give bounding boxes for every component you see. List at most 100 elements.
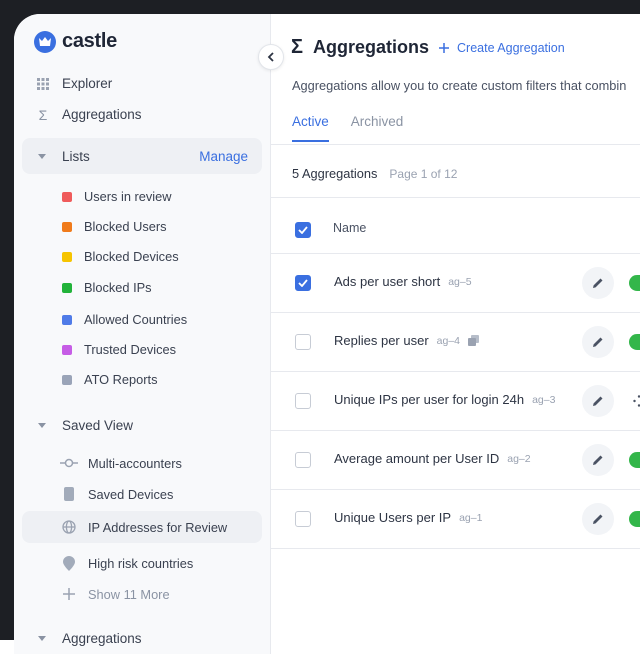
table-row[interactable]: Average amount per User ID ag–2 — [271, 430, 640, 489]
status-toggle[interactable] — [629, 275, 640, 291]
section-label: Lists — [62, 148, 90, 164]
section-label: Saved View — [62, 417, 134, 433]
device-frame: castle Explorer Σ Aggregations Lists Man… — [0, 0, 640, 654]
table-row[interactable]: Unique IPs per user for login 24h ag–3 — [271, 371, 640, 430]
aggregation-id: ag–4 — [436, 334, 461, 347]
saved-view-high-risk-countries[interactable]: High risk countries — [60, 554, 193, 572]
tabs: Active Archived — [292, 114, 403, 142]
aggregation-name[interactable]: Ads per user short ag–5 — [334, 274, 472, 289]
results-summary: 5 Aggregations Page 1 of 12 — [292, 166, 457, 181]
edit-button[interactable] — [582, 503, 614, 535]
create-aggregation-button[interactable]: Create Aggregation — [439, 41, 565, 55]
aggregations-section-header[interactable]: Aggregations — [22, 620, 262, 654]
status-toggle[interactable] — [629, 334, 640, 350]
table-row[interactable]: Replies per user ag–4 — [271, 312, 640, 371]
list-item-trusted-devices[interactable]: Trusted Devices — [62, 342, 176, 357]
lists-section-header[interactable]: Lists Manage — [22, 138, 262, 174]
status-toggle[interactable] — [629, 452, 640, 468]
castle-logo-icon — [34, 30, 56, 53]
saved-view-ip-addresses[interactable]: IP Addresses for Review — [60, 518, 227, 536]
color-square-icon — [62, 374, 72, 385]
copy-icon[interactable] — [468, 335, 480, 346]
divider — [271, 144, 640, 145]
loading-icon — [633, 395, 640, 407]
color-square-icon — [62, 344, 72, 355]
color-square-icon — [62, 221, 72, 232]
aggregation-name[interactable]: Average amount per User ID ag–2 — [334, 451, 531, 466]
saved-view-section-header[interactable]: Saved View — [22, 407, 262, 443]
list-item-ato-reports[interactable]: ATO Reports — [62, 372, 158, 387]
page-header: Σ Aggregations — [291, 36, 429, 59]
name-text: Average amount per User ID — [334, 451, 500, 466]
aggregation-name[interactable]: Replies per user ag–4 — [334, 333, 480, 348]
main-content: Σ Aggregations Create Aggregation Aggreg… — [271, 14, 640, 654]
list-item-allowed-countries[interactable]: Allowed Countries — [62, 312, 187, 327]
pencil-icon — [593, 514, 603, 524]
commit-icon — [60, 454, 78, 472]
section-label: Aggregations — [62, 630, 142, 646]
list-item-users-in-review[interactable]: Users in review — [62, 189, 171, 204]
list-item-blocked-devices[interactable]: Blocked Devices — [62, 249, 179, 264]
chevron-left-icon — [267, 52, 274, 62]
table-row[interactable]: Ads per user short ag–5 — [271, 253, 640, 312]
table-row[interactable]: Unique Users per IP ag–1 — [271, 489, 640, 548]
list-label: Blocked IPs — [84, 280, 152, 295]
list-label: Trusted Devices — [84, 342, 176, 357]
grid-icon — [36, 77, 50, 91]
logo-text: castle — [62, 30, 117, 52]
saved-view-label: Saved Devices — [88, 486, 174, 502]
aggregation-id: ag–5 — [448, 275, 472, 288]
name-text: Unique Users per IP — [334, 510, 452, 525]
name-text: Unique IPs per user for login 24h — [334, 392, 525, 407]
saved-view-multi-accounters[interactable]: Multi-accounters — [60, 454, 182, 472]
list-item-blocked-ips[interactable]: Blocked IPs — [62, 280, 152, 295]
edit-button[interactable] — [582, 267, 614, 299]
divider — [271, 197, 640, 198]
aggregation-id: ag–1 — [459, 511, 483, 524]
edit-button[interactable] — [582, 385, 614, 417]
row-checkbox[interactable] — [295, 393, 311, 409]
caret-down-icon — [38, 153, 46, 159]
select-all-checkbox[interactable] — [295, 222, 311, 238]
page-description: Aggregations allow you to create custom … — [292, 78, 627, 93]
color-square-icon — [62, 282, 72, 293]
collapse-sidebar-button[interactable] — [258, 44, 284, 70]
list-label: ATO Reports — [84, 372, 158, 387]
list-label: Users in review — [84, 189, 172, 204]
name-text: Replies per user — [334, 333, 429, 348]
manage-lists-link[interactable]: Manage — [199, 149, 248, 164]
color-square-icon — [62, 251, 72, 262]
pin-icon — [60, 554, 78, 572]
sigma-icon: Σ — [291, 36, 304, 58]
check-icon — [298, 279, 308, 287]
status-toggle[interactable] — [629, 511, 640, 527]
column-header-name[interactable]: Name — [333, 221, 366, 235]
page-title: Aggregations — [313, 37, 430, 57]
color-square-icon — [62, 314, 72, 325]
sidebar-item-aggregations[interactable]: Σ Aggregations — [36, 106, 142, 123]
plus-icon — [439, 43, 449, 53]
edit-button[interactable] — [582, 444, 614, 476]
row-checkbox[interactable] — [295, 452, 311, 468]
name-text: Ads per user short — [334, 274, 441, 289]
row-checkbox[interactable] — [295, 511, 311, 527]
saved-view-saved-devices[interactable]: Saved Devices — [60, 485, 173, 503]
list-item-blocked-users[interactable]: Blocked Users — [62, 219, 167, 234]
result-count: 5 Aggregations — [292, 166, 378, 181]
list-label: Blocked Devices — [84, 249, 179, 264]
caret-down-icon — [38, 422, 46, 428]
app-window: castle Explorer Σ Aggregations Lists Man… — [14, 14, 640, 654]
row-checkbox[interactable] — [295, 275, 311, 291]
row-checkbox[interactable] — [295, 334, 311, 350]
tab-archived[interactable]: Archived — [351, 114, 404, 142]
sigma-icon: Σ — [38, 106, 48, 123]
sidebar-item-explorer[interactable]: Explorer — [36, 76, 112, 91]
pencil-icon — [593, 278, 603, 288]
aggregation-name[interactable]: Unique IPs per user for login 24h ag–3 — [334, 392, 555, 407]
edit-button[interactable] — [582, 326, 614, 358]
logo[interactable]: castle — [34, 30, 117, 53]
show-more-link[interactable]: Show 11 More — [60, 585, 170, 603]
tab-active[interactable]: Active — [292, 114, 329, 142]
sidebar-item-label: Explorer — [62, 76, 113, 91]
aggregation-name[interactable]: Unique Users per IP ag–1 — [334, 510, 482, 525]
